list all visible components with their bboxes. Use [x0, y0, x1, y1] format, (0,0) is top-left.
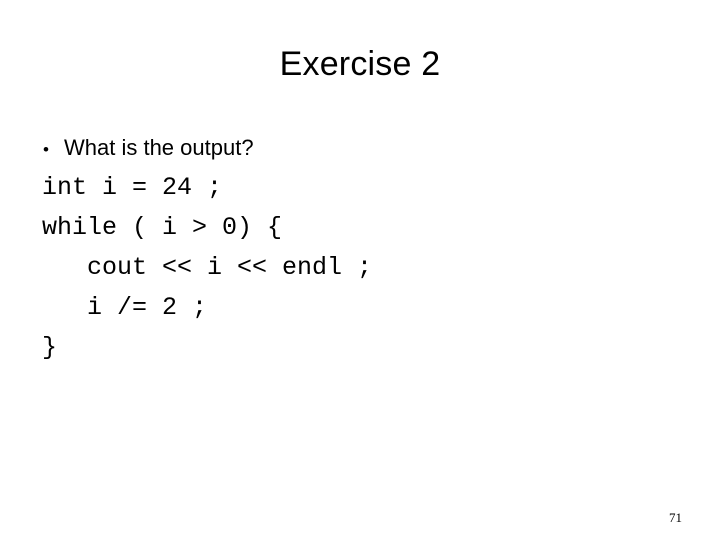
slide-content-body: • What is the output? int i = 24 ; while…	[38, 128, 678, 368]
code-line-2: while ( i > 0) {	[42, 213, 283, 242]
bullet-item-label: What is the output?	[64, 135, 254, 160]
code-line-4: i /= 2 ;	[42, 293, 208, 322]
bullet-list-item: • What is the output?	[38, 128, 678, 168]
slide-canvas: Exercise 2 • What is the output? int i =…	[0, 0, 720, 540]
code-line-3: cout << i << endl ;	[42, 253, 373, 282]
code-line-5: }	[42, 333, 58, 362]
code-line-1: int i = 24 ;	[42, 173, 223, 202]
bullet-point-icon: •	[43, 140, 49, 159]
slide-page-number: 71	[669, 510, 682, 525]
page-title: Exercise 2	[279, 45, 441, 83]
